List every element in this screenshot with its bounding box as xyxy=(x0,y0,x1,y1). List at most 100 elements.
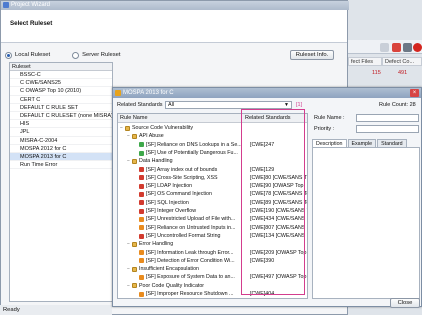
alert-icon[interactable] xyxy=(392,43,401,52)
column-header-files[interactable]: fect Files xyxy=(348,57,382,66)
folder-icon xyxy=(132,241,137,247)
ruleset-info-button[interactable]: Ruleset Info. xyxy=(290,50,334,60)
files-count: 115 xyxy=(372,70,381,76)
tree-item-label: [SF] Information Leak through Error... xyxy=(146,249,234,256)
ruleset-list-item[interactable]: DEFAULT C RULE SET xyxy=(10,104,112,112)
ruleset-source-options: Local Ruleset Server Ruleset xyxy=(5,50,120,60)
defects-count: 491 xyxy=(398,70,408,76)
tree-rule-item[interactable]: [SF] Integer Overflow xyxy=(134,207,196,215)
rule-severity-icon xyxy=(139,291,144,297)
tree-category[interactable]: − Insufficient Encapsulation xyxy=(127,265,199,273)
dialog-title-bar[interactable]: MOSPA 2013 for C × xyxy=(113,88,421,98)
tree-rule-item[interactable]: [SF] Cross-Site Scripting, XSS xyxy=(134,174,218,182)
folder-icon xyxy=(132,266,137,272)
ruleset-list-item[interactable]: BSSC-C xyxy=(10,71,112,80)
rule-count: Rule Count: 28 xyxy=(379,102,416,108)
rule-severity-icon xyxy=(139,275,144,281)
tree-rule-item[interactable]: [SF] SQL Injection xyxy=(134,199,189,207)
close-icon[interactable]: × xyxy=(410,89,419,97)
description-panel xyxy=(312,147,420,299)
tree-item-label: [SF] Exposure of System Data to an... xyxy=(146,274,235,281)
tree-rule-item[interactable]: [SF] Information Leak through Error... xyxy=(134,249,233,257)
dialog-title: MOSPA 2013 for C xyxy=(123,90,174,96)
server-ruleset-radio[interactable] xyxy=(72,51,80,59)
tree-item-label: [SF] Detection of Error Condition Wi... xyxy=(146,257,235,264)
priority-field[interactable] xyxy=(356,125,419,133)
dialog-app-icon xyxy=(115,90,121,96)
tree-rule-item[interactable]: [SF] Exposure of System Data to an... xyxy=(134,273,235,281)
ruleset-list-item[interactable]: C OWASP Top 10 (2010) xyxy=(10,87,112,96)
tree-item-label: Insufficient Encapsulation xyxy=(139,266,199,273)
tree-rule-item[interactable]: [SF] Unrestricted Upload of File with... xyxy=(134,215,235,223)
rule-severity-icon xyxy=(139,208,144,214)
tree-rule-item[interactable]: [SF] LDAP Injection xyxy=(134,182,192,190)
tree-rule-item[interactable]: [SF] Reliance on Untrusted Inputs in... xyxy=(134,224,236,232)
tree-item-label: [SF] Cross-Site Scripting, XSS xyxy=(146,174,218,181)
tree-category[interactable]: − Poor Code Quality Indicator xyxy=(127,282,204,290)
rule-severity-icon xyxy=(139,225,144,231)
local-ruleset-radio[interactable] xyxy=(5,51,12,59)
tree-rule-item[interactable]: [SF] Array index out of bounds xyxy=(134,166,217,174)
wizard-title-bar[interactable]: Project Wizard xyxy=(1,1,349,10)
status-bar: Ready xyxy=(0,305,112,315)
tree-item-label: [SF] Improper Resource Shutdown ... xyxy=(146,291,234,297)
ruleset-list-item[interactable]: MOSPA 2012 for C xyxy=(10,145,112,153)
ruleset-list-header: Ruleset xyxy=(10,63,112,71)
tree-item-label: Data Handling xyxy=(139,158,173,165)
ruleset-detail-dialog: MOSPA 2013 for C × Related Standards All… xyxy=(112,87,422,308)
tree-category[interactable]: − Error Handling xyxy=(127,240,173,248)
tree-item-label: [SF] SQL Injection xyxy=(146,199,189,206)
wizard-app-icon xyxy=(3,2,9,8)
ruleset-list-item[interactable]: HIS xyxy=(10,120,112,129)
tree-item-label: Source Code Vulnerability xyxy=(132,125,194,131)
tree-item-label: [SF] Uncontrolled Format String xyxy=(146,232,221,239)
local-ruleset-label: Local Ruleset xyxy=(15,52,51,58)
rule-severity-icon xyxy=(139,258,144,264)
ruleset-list-item[interactable]: MOSPA 2013 for C xyxy=(10,152,112,162)
column-rule-name[interactable]: Rule Name xyxy=(118,114,242,122)
related-standards-highlight xyxy=(241,109,305,295)
tree-category[interactable]: − API Abuse xyxy=(127,132,164,140)
tree-rule-item[interactable]: [SF] OS Command Injection xyxy=(134,190,212,198)
rule-severity-icon xyxy=(139,167,144,173)
tree-item-label: [SF] Use of Potentially Dangerous Fu... xyxy=(146,149,238,156)
related-standards-label: Related Standards xyxy=(117,102,163,108)
server-ruleset-label: Server Ruleset xyxy=(82,52,121,58)
rule-severity-icon xyxy=(139,150,144,156)
tree-category[interactable]: − Data Handling xyxy=(127,157,173,165)
tree-category[interactable]: − Source Code Vulnerability xyxy=(120,124,193,132)
chevron-down-icon: ▼ xyxy=(284,102,289,108)
tree-rule-item[interactable]: [SF] Use of Potentially Dangerous Fu... xyxy=(134,149,238,157)
related-standards-value: All xyxy=(168,102,175,108)
ruleset-list-item[interactable]: Run Time Error xyxy=(10,161,112,170)
rule-name-field[interactable] xyxy=(356,114,419,122)
close-button[interactable]: Close xyxy=(390,298,420,308)
tree-rule-item[interactable]: [SF] Detection of Error Condition Wi... xyxy=(134,257,235,265)
ruleset-list-item[interactable]: JPL xyxy=(10,128,112,137)
priority-label: Priority : xyxy=(314,126,335,132)
doc-icon[interactable] xyxy=(380,43,389,52)
related-standards-select[interactable]: All ▼ xyxy=(165,101,292,109)
ruleset-list-item[interactable]: C CWE/SANS25 xyxy=(10,79,112,88)
ruleset-list[interactable]: Ruleset BSSC-C C CWE/SANS25 C OWASP Top 10… xyxy=(9,62,113,302)
tree-item-label: API Abuse xyxy=(139,133,164,140)
column-header-defects[interactable]: Defect Co... xyxy=(382,57,422,66)
lock-icon[interactable] xyxy=(403,43,412,52)
ruleset-list-item[interactable]: MISRA-C-2004 xyxy=(10,137,112,145)
tree-rule-item[interactable]: [SF] Reliance on DNS Lookups in a Se... xyxy=(134,141,242,149)
tree-item-label: [SF] LDAP Injection xyxy=(146,183,193,190)
ruleset-list-item[interactable]: DEFAULT C RULESET (none MISRA) xyxy=(10,112,112,121)
ruleset-rows: BSSC-C C CWE/SANS25 C OWASP Top 10 (2010) C… xyxy=(10,71,112,170)
rule-severity-icon xyxy=(139,142,144,148)
tree-item-label: Error Handling xyxy=(139,241,174,248)
tree-rule-item[interactable]: [SF] Uncontrolled Format String xyxy=(134,232,220,240)
tree-rule-item[interactable]: [SF] Improper Resource Shutdown ... xyxy=(134,290,233,298)
rule-severity-icon xyxy=(139,250,144,256)
ruleset-list-item[interactable]: CERT C xyxy=(10,96,112,104)
folder-icon xyxy=(132,133,137,139)
tree-item-label: [SF] Integer Overflow xyxy=(146,208,197,214)
rule-severity-icon xyxy=(139,192,144,198)
folder-icon xyxy=(132,283,137,289)
rule-name-label: Rule Name : xyxy=(314,115,345,121)
stop-icon[interactable] xyxy=(413,43,422,52)
